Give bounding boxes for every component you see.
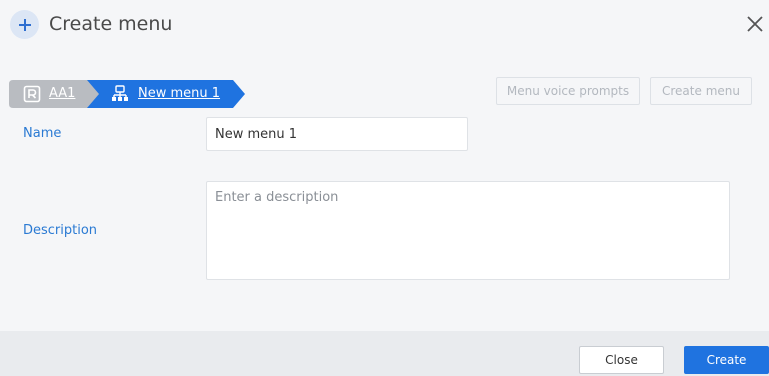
menu-voice-prompts-button[interactable]: Menu voice prompts: [496, 77, 640, 105]
dialog-title: Create menu: [49, 13, 173, 35]
breadcrumb-label-aa1[interactable]: AA1: [49, 86, 75, 102]
close-icon[interactable]: [745, 14, 765, 34]
breadcrumb-item-new-menu[interactable]: New menu 1: [87, 80, 245, 108]
create-menu-button[interactable]: Create menu: [650, 77, 752, 105]
description-label: Description: [23, 223, 98, 238]
close-button[interactable]: Close: [579, 346, 664, 374]
auto-attendant-icon: [23, 85, 41, 103]
create-button[interactable]: Create: [684, 346, 769, 374]
plus-icon: [10, 10, 39, 39]
breadcrumb-label-new-menu[interactable]: New menu 1: [138, 86, 220, 102]
name-input[interactable]: [206, 117, 468, 151]
dialog-header: Create menu: [0, 0, 769, 50]
description-textarea[interactable]: [206, 181, 730, 280]
menu-tree-icon: [111, 85, 129, 103]
name-label: Name: [23, 126, 62, 141]
